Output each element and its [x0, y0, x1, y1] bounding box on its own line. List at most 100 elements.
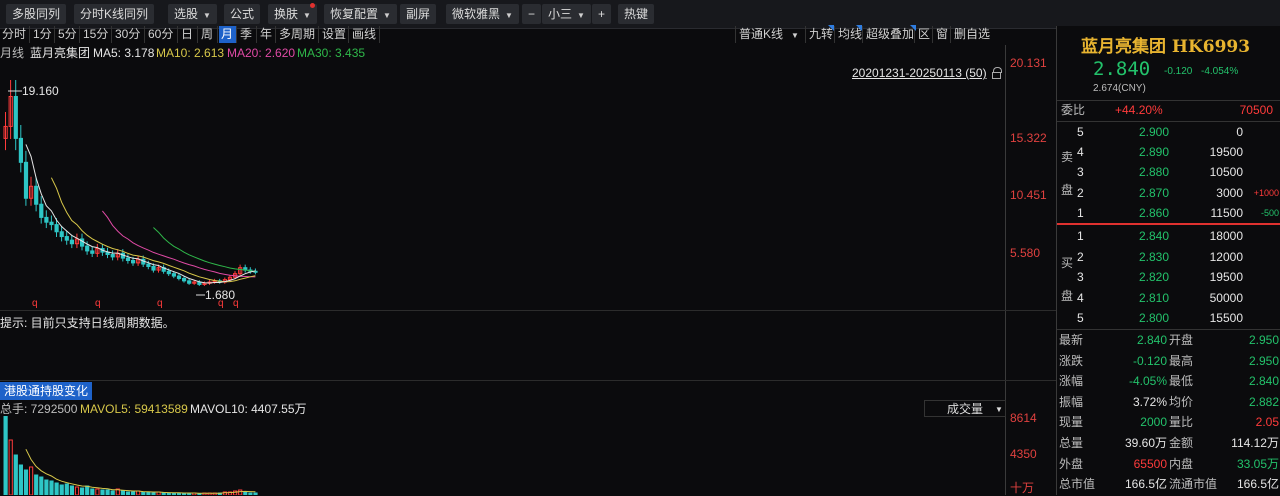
candle	[90, 250, 95, 254]
hk-holding-tab[interactable]: 港股通持股变化	[0, 382, 93, 400]
bid-row[interactable]: 5 2.800 15500	[1057, 308, 1280, 329]
volume-bar	[110, 490, 115, 495]
period-month[interactable]: 月	[219, 26, 237, 43]
volume-axis-label: 8614	[1010, 411, 1037, 425]
chevron-down-icon: ▼	[303, 11, 311, 20]
candle	[166, 270, 171, 275]
font-increase-button[interactable]: +	[592, 4, 612, 24]
chevron-down-icon: ▼	[791, 31, 799, 40]
candle	[151, 265, 156, 271]
price-axis-label: 15.322	[1010, 131, 1047, 145]
bid-row[interactable]: 1 2.840 18000	[1057, 226, 1280, 247]
notification-dot-icon	[309, 3, 315, 8]
settings-button[interactable]: 设置	[320, 26, 349, 43]
multi-stock-button[interactable]: 多股同列	[6, 4, 67, 24]
period-15min[interactable]: 15分	[81, 26, 112, 43]
remove-watchlist-button[interactable]: 删自选	[950, 26, 993, 43]
hotkey-button[interactable]: 热键	[618, 4, 655, 24]
candle	[18, 137, 23, 163]
nine-turn-marker: q	[233, 298, 239, 309]
multi-period-button[interactable]: 多周期	[277, 26, 319, 43]
second-screen-button[interactable]: 副屏	[400, 4, 437, 24]
ask-row[interactable]: 3 2.880 10500	[1057, 162, 1280, 183]
candle	[23, 161, 29, 199]
ma30-value: MA30: 3.435	[297, 46, 366, 60]
last-price: 2.840	[1093, 58, 1151, 80]
period-1min[interactable]: 1分	[31, 26, 55, 43]
volume-bar	[90, 488, 95, 495]
ma10-value: MA10: 2.613	[156, 46, 225, 60]
stock-name-label: 蓝月亮集团	[30, 46, 91, 60]
period-bar: 分时 1分 5分 15分 30分 60分 日 周 月 季 年 多周期 设置 画线…	[0, 25, 1056, 44]
period-5min[interactable]: 5分	[56, 26, 80, 43]
stock-title: 蓝月亮集团 HK6993	[1081, 37, 1251, 57]
range-button[interactable]: 区	[914, 26, 933, 43]
timeshare-kline-button[interactable]: 分时K线同列	[74, 4, 155, 24]
bid-row[interactable]: 3 2.820 19500	[1057, 267, 1280, 288]
super-overlay-button[interactable]: 超级叠加	[862, 26, 917, 43]
stock-picker-button[interactable]: 选股 ▼	[168, 4, 217, 24]
sell-label: 盘	[1061, 183, 1074, 197]
ask-row[interactable]: 1 2.860 11500 -500	[1057, 203, 1280, 224]
volume-chart[interactable]	[0, 416, 300, 495]
candle	[34, 185, 39, 205]
volume-bar	[13, 454, 18, 495]
volume-bar	[8, 439, 13, 495]
sell-label: 卖	[1061, 150, 1074, 164]
kline-type-select[interactable]: 普通K线 ▼	[735, 26, 805, 43]
ask-row[interactable]: 2 2.870 3000 +1000	[1057, 183, 1280, 204]
volume-bar	[120, 490, 126, 495]
volume-bar	[95, 488, 100, 495]
candle	[54, 224, 59, 233]
ma5-line	[25, 144, 256, 284]
skin-button[interactable]: 换肤 ▼	[268, 3, 317, 24]
nine-turn-marker: q	[32, 298, 38, 309]
formula-button[interactable]: 公式	[224, 4, 261, 24]
volume-axis-label: 4350	[1010, 447, 1037, 461]
spread-divider	[1057, 223, 1280, 225]
volume-bar	[18, 464, 23, 495]
volume-bar	[34, 474, 39, 495]
ask-row[interactable]: 5 2.900 0	[1057, 122, 1280, 143]
quote-stat-row: 振幅 3.72% 均价 2.882	[1059, 394, 1279, 409]
period-quarter[interactable]: 季	[238, 26, 257, 43]
font-size-select[interactable]: 小三 ▼	[542, 4, 591, 24]
candle	[64, 236, 69, 241]
chevron-down-icon: ▼	[203, 11, 211, 20]
period-week[interactable]: 周	[199, 26, 218, 43]
candle	[49, 221, 54, 226]
period-label: 月线	[0, 46, 25, 60]
candle	[171, 273, 177, 277]
date-range-label[interactable]: 20201231-20250113 (50)	[852, 66, 987, 80]
price-change-pct: -4.054%	[1201, 66, 1239, 77]
period-30min[interactable]: 30分	[113, 26, 145, 43]
chevron-down-icon: ▼	[577, 11, 585, 20]
window-button[interactable]: 窗	[932, 26, 951, 43]
candle	[85, 245, 90, 252]
font-decrease-button[interactable]: −	[522, 4, 542, 24]
volume-bar	[105, 489, 110, 495]
ma20-value: MA20: 2.620	[227, 46, 296, 60]
period-year[interactable]: 年	[258, 26, 276, 43]
total-volume: 总手: 7292500	[0, 402, 78, 416]
draw-line-button[interactable]: 画线	[350, 26, 380, 43]
font-select[interactable]: 微软雅黑 ▼	[446, 4, 519, 24]
restore-config-button[interactable]: 恢复配置 ▼	[324, 4, 397, 24]
hint-text: 提示: 目前只支持日线周期数据。	[0, 316, 175, 330]
high-price-label: 19.160	[22, 84, 59, 98]
volume-bar	[54, 482, 59, 495]
quote-stat-row: 总量 39.60万 金额 114.12万	[1059, 436, 1279, 450]
period-day[interactable]: 日	[179, 26, 198, 43]
candle	[187, 280, 192, 284]
indicator-select[interactable]: 成交量 ▼	[924, 400, 1006, 417]
nine-turn-marker: q	[218, 298, 224, 309]
bid-row[interactable]: 2 2.830 12000	[1057, 247, 1280, 268]
kline-chart[interactable]: 19.160 1.680 qqqqq	[0, 80, 300, 310]
chevron-down-icon: ▼	[995, 405, 1003, 414]
ask-row[interactable]: 4 2.890 19500	[1057, 142, 1280, 163]
bid-row[interactable]: 4 2.810 50000	[1057, 288, 1280, 309]
price-axis-label: 20.131	[1010, 56, 1047, 70]
volume-bar	[44, 479, 49, 495]
period-60min[interactable]: 60分	[146, 26, 178, 43]
period-timeshare[interactable]: 分时	[0, 26, 30, 43]
